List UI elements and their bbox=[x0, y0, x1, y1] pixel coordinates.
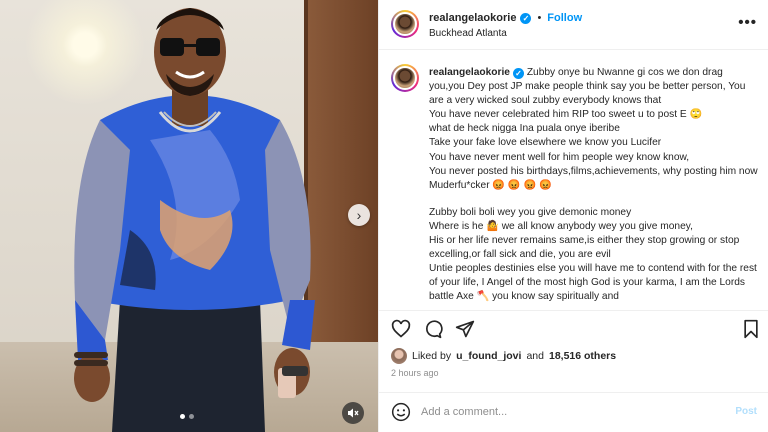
caption-line: You never posted his birthdays,films,ach… bbox=[429, 165, 758, 191]
bookmark-icon[interactable] bbox=[741, 319, 761, 339]
media-person-illustration bbox=[74, 8, 315, 432]
share-icon[interactable] bbox=[455, 319, 475, 339]
post-comment-button[interactable]: Post bbox=[735, 406, 757, 417]
carousel-next-button[interactable]: › bbox=[348, 204, 370, 226]
more-options-icon[interactable]: ••• bbox=[738, 14, 757, 31]
chevron-right-icon: › bbox=[356, 207, 362, 223]
verified-badge-icon: ✓ bbox=[520, 12, 532, 24]
caption-line: what de heck nigga Ina puala onye iberib… bbox=[429, 123, 620, 135]
caption-line: realangelaokorie ✓ Zubby onye bu Nwanne g… bbox=[429, 66, 759, 108]
caption-line: His or her life never remains same,is ei… bbox=[429, 235, 740, 261]
post-header: realangelaokorie ✓ • Follow Buckhead Atl… bbox=[379, 0, 768, 50]
author-username[interactable]: realangelaokorie bbox=[429, 12, 516, 24]
liked-by-user[interactable]: u_found_jovi bbox=[456, 350, 521, 362]
caption-line: You have never celebrated him RIP too sw… bbox=[429, 109, 703, 121]
carousel-indicator bbox=[180, 414, 194, 419]
caption-line: Untie peoples destinies else you will ha… bbox=[429, 263, 757, 303]
caption-line: You have never ment well for him people … bbox=[429, 151, 690, 163]
caption-line: Zubby boli boli wey you give demonic mon… bbox=[429, 206, 632, 218]
follow-button[interactable]: Follow bbox=[547, 12, 582, 24]
post-timestamp[interactable]: 2 hours ago bbox=[391, 368, 439, 378]
heart-icon[interactable] bbox=[391, 319, 411, 339]
post-location[interactable]: Buckhead Atlanta bbox=[429, 28, 507, 39]
caption-line: Take your fake love elsewhere we know yo… bbox=[429, 137, 662, 149]
muted-speaker-icon bbox=[348, 408, 359, 418]
carousel-dot bbox=[189, 414, 194, 419]
verified-badge-icon: ✓ bbox=[512, 67, 524, 79]
emoji-icon[interactable] bbox=[391, 402, 411, 422]
caption-line: Where is he 🤷 we all know anybody wey yo… bbox=[429, 220, 693, 232]
likes-count[interactable]: 18,516 others bbox=[549, 350, 616, 362]
comment-bar: Post bbox=[379, 392, 768, 432]
post-detail-panel: realangelaokorie ✓ • Follow Buckhead Atl… bbox=[378, 0, 768, 432]
separator-dot: • bbox=[537, 12, 542, 24]
author-line: realangelaokorie ✓ • Follow bbox=[429, 12, 582, 24]
author-avatar[interactable] bbox=[391, 10, 419, 38]
likes-summary: Liked by u_found_jovi and 18,516 others bbox=[391, 348, 616, 364]
comment-input[interactable] bbox=[421, 401, 711, 423]
liked-by-prefix: Liked by bbox=[412, 350, 452, 362]
action-bar bbox=[379, 310, 768, 346]
post-media[interactable]: › bbox=[0, 0, 378, 432]
post-caption: realangelaokorie ✓ Zubby onye bu Nwanne g… bbox=[379, 56, 768, 308]
caption-text: realangelaokorie ✓ Zubby onye bu Nwanne g… bbox=[429, 66, 759, 305]
mute-button[interactable] bbox=[342, 402, 364, 424]
caption-username[interactable]: realangelaokorie ✓ bbox=[429, 66, 524, 80]
caption-author-avatar[interactable] bbox=[391, 64, 419, 92]
liked-by-and: and bbox=[526, 350, 544, 362]
comment-icon[interactable] bbox=[423, 319, 443, 339]
carousel-dot bbox=[180, 414, 185, 419]
liker-avatar[interactable] bbox=[391, 348, 407, 364]
